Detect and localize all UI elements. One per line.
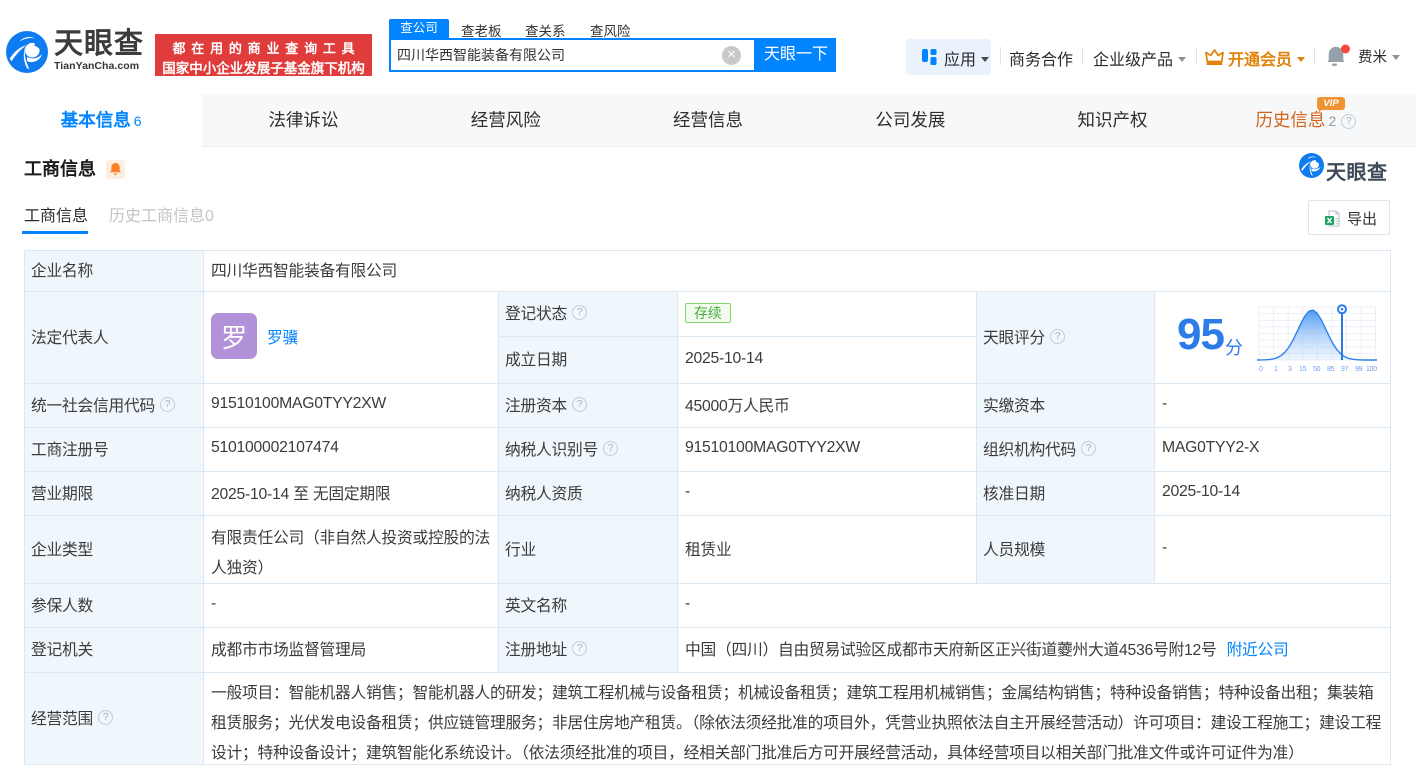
svg-text:100: 100: [1366, 366, 1377, 372]
svg-text:99: 99: [1355, 366, 1363, 372]
svg-text:97: 97: [1341, 366, 1349, 372]
svg-text:0: 0: [1259, 366, 1263, 372]
svg-text:85: 85: [1327, 366, 1335, 372]
svg-text:50: 50: [1313, 366, 1321, 372]
svg-text:15: 15: [1299, 366, 1307, 372]
svg-text:3: 3: [1288, 366, 1292, 372]
svg-text:1: 1: [1274, 366, 1278, 372]
